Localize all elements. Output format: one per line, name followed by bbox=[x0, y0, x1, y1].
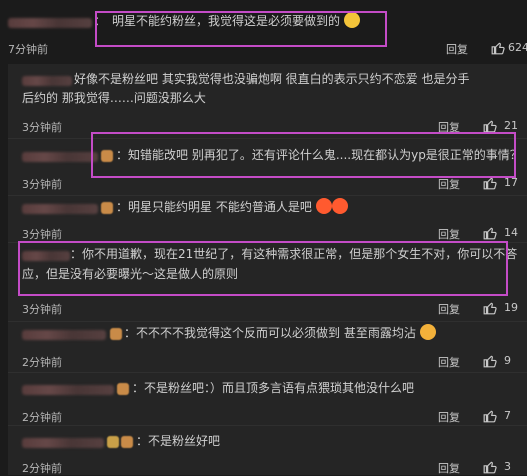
like-count: 14 bbox=[504, 226, 518, 239]
thumbs-up-icon[interactable] bbox=[490, 40, 506, 56]
username-blurred[interactable] bbox=[8, 18, 92, 28]
reply-time: 3分钟前 bbox=[22, 121, 62, 134]
highlight-box-reply-4 bbox=[18, 241, 508, 296]
reply-time: 2分钟前 bbox=[22, 462, 62, 475]
username-blurred[interactable] bbox=[22, 152, 98, 162]
username-blurred[interactable] bbox=[22, 438, 104, 448]
reply-text-line1: 好像不是粉丝吧 其实我觉得也没骗炮啊 很直白的表示只约不恋爱 也是分手 bbox=[74, 72, 470, 86]
reply-text: ：不不不不我觉得这个反而可以必须做到 甚至雨露均沾 bbox=[124, 324, 436, 343]
top-like-count: 624 bbox=[508, 41, 527, 54]
username-blurred[interactable] bbox=[22, 204, 98, 214]
laughing-emoji-icon bbox=[331, 198, 348, 214]
reply-time: 3分钟前 bbox=[22, 228, 62, 241]
like-count: 3 bbox=[504, 460, 511, 473]
reply-time: 3分钟前 bbox=[22, 303, 62, 316]
reply-item: ：明星只能约明星 不能约普通人是吧 3分钟前 回复 14 bbox=[8, 196, 527, 242]
user-badge-icon bbox=[107, 436, 119, 448]
user-badge-icon bbox=[121, 436, 133, 448]
reply-text: ：不是粉丝好吧 bbox=[136, 434, 221, 448]
reply-item: ：不不不不我觉得这个反而可以必须做到 甚至雨露均沾 2分钟前 回复 9 bbox=[8, 322, 527, 372]
sweat-smile-emoji-icon bbox=[419, 324, 436, 340]
thumbs-up-icon[interactable] bbox=[482, 353, 498, 369]
user-badge-icon bbox=[101, 202, 113, 214]
laughing-emoji-icon bbox=[315, 198, 332, 214]
reply-button[interactable]: 回复 bbox=[438, 460, 460, 476]
reply-item: 好像不是粉丝吧 其实我觉得也没骗炮啊 很直白的表示只约不恋爱 也是分手 后约的 … bbox=[8, 64, 527, 138]
like-count: 19 bbox=[504, 301, 518, 314]
reply-text-line2: 后约的 那我觉得……问题没那么大 bbox=[22, 91, 206, 105]
like-count: 7 bbox=[504, 409, 511, 422]
comment-thread: ： 明星不能约粉丝，我觉得这是必须要做到的 7分钟前 回复 624 好像不是粉丝… bbox=[0, 0, 527, 475]
thumbs-up-icon[interactable] bbox=[482, 408, 498, 424]
user-badge-icon bbox=[110, 328, 122, 340]
username-blurred[interactable] bbox=[22, 330, 106, 340]
like-count: 9 bbox=[504, 354, 511, 367]
thumbs-up-icon[interactable] bbox=[482, 459, 498, 475]
highlight-box-reply-2 bbox=[91, 132, 516, 178]
reply-button[interactable]: 回复 bbox=[438, 409, 460, 425]
reply-item: ：不是粉丝好吧 2分钟前 回复 3 bbox=[8, 426, 527, 475]
reply-time: 2分钟前 bbox=[22, 411, 62, 424]
username-blurred[interactable] bbox=[22, 76, 72, 86]
top-reply-button[interactable]: 回复 bbox=[446, 41, 468, 57]
highlight-box-top bbox=[95, 11, 387, 47]
username-blurred[interactable] bbox=[22, 385, 114, 395]
reply-text: ：明星只能约明星 不能约普通人是吧 bbox=[116, 198, 348, 217]
reply-button[interactable]: 回复 bbox=[438, 354, 460, 370]
reply-button[interactable]: 回复 bbox=[438, 301, 460, 317]
reply-time: 3分钟前 bbox=[22, 178, 62, 191]
reply-time: 2分钟前 bbox=[22, 356, 62, 369]
top-comment-time: 7分钟前 bbox=[8, 43, 48, 56]
thumbs-up-icon[interactable] bbox=[482, 225, 498, 241]
reply-button[interactable]: 回复 bbox=[438, 226, 460, 242]
like-count: 21 bbox=[504, 119, 518, 132]
thumbs-up-icon[interactable] bbox=[482, 300, 498, 316]
user-badge-icon bbox=[117, 383, 129, 395]
reply-item: ：不是粉丝吧：）而且顶多言语有点猥琐其他没什么吧 2分钟前 回复 7 bbox=[8, 373, 527, 425]
reply-button[interactable]: 回复 bbox=[438, 176, 460, 192]
reply-text: ：不是粉丝吧：）而且顶多言语有点猥琐其他没什么吧 bbox=[132, 381, 415, 395]
